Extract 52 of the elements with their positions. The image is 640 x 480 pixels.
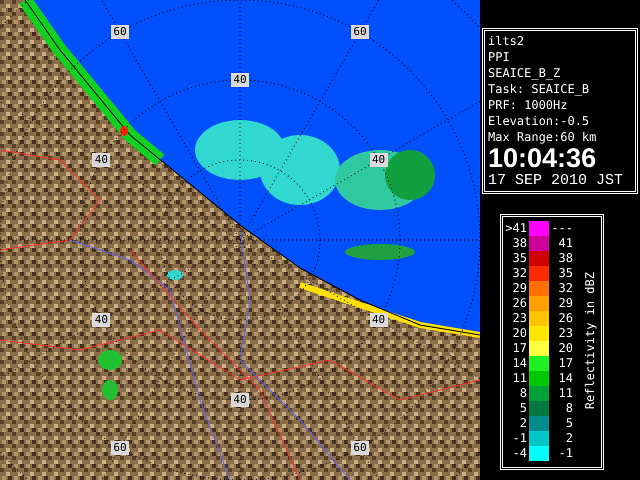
legend-value: 35 — [512, 251, 528, 266]
info-text: PRF: 1000Hz — [488, 97, 568, 113]
legend-value: 26 — [558, 311, 574, 326]
legend-value: 29 — [558, 296, 574, 311]
info-text: SEAICE_B_Z — [488, 65, 562, 81]
legend-value: --- — [550, 221, 574, 236]
date-text: 17 SEP 2010 JST — [488, 171, 624, 191]
legend-value: -1 — [558, 446, 574, 461]
legend-value: 17 — [512, 341, 528, 356]
info-text: PPI — [488, 49, 511, 65]
legend-value: 29 — [512, 281, 528, 296]
legend-value: >41 — [504, 221, 528, 236]
time-text: 10:04:36 — [488, 145, 598, 171]
range-label: 40 — [370, 153, 388, 167]
info-text: Max Range:60 km — [488, 129, 598, 145]
range-label: 40 — [231, 73, 249, 87]
range-label: 60 — [111, 25, 129, 40]
legend-value: 20 — [558, 341, 574, 356]
legend-value: -4 — [512, 446, 528, 461]
legend-value: 38 — [512, 236, 528, 251]
legend-value: 2 — [518, 416, 528, 431]
legend-value: 32 — [512, 266, 528, 281]
legend-value: 8 — [518, 386, 528, 401]
legend-value: 23 — [558, 326, 574, 341]
legend-value: 11 — [512, 371, 528, 386]
info-text: ilts2 — [488, 33, 526, 49]
range-label: 40 — [370, 313, 388, 327]
legend-value: 11 — [558, 386, 574, 401]
range-label: 60 — [351, 440, 369, 455]
legend-value: 14 — [512, 356, 528, 371]
legend-value: 5 — [518, 401, 528, 416]
legend-value: 20 — [512, 326, 528, 341]
range-label: 40 — [231, 393, 249, 407]
legend-value: 2 — [564, 431, 574, 446]
legend-value: 38 — [558, 251, 574, 266]
legend-value: 14 — [558, 371, 574, 386]
legend-value: -1 — [512, 431, 528, 446]
legend-value: 8 — [564, 401, 574, 416]
range-label: 40 — [92, 153, 110, 167]
legend-value: 26 — [512, 296, 528, 311]
legend-value: 17 — [558, 356, 574, 371]
legend-value: 5 — [564, 416, 574, 431]
info-text: Task: SEAICE_B — [488, 81, 590, 97]
range-label: 60 — [351, 25, 369, 40]
range-label: 60 — [111, 440, 129, 455]
legend-title: Reflectivity in dBZ — [583, 272, 597, 410]
legend-value: 41 — [558, 236, 574, 251]
info-text: Elevation:-0.5 — [488, 113, 590, 129]
legend-value: 23 — [512, 311, 528, 326]
range-label: 40 — [92, 313, 110, 327]
legend-value: 32 — [558, 281, 574, 296]
legend-value: 35 — [558, 266, 574, 281]
